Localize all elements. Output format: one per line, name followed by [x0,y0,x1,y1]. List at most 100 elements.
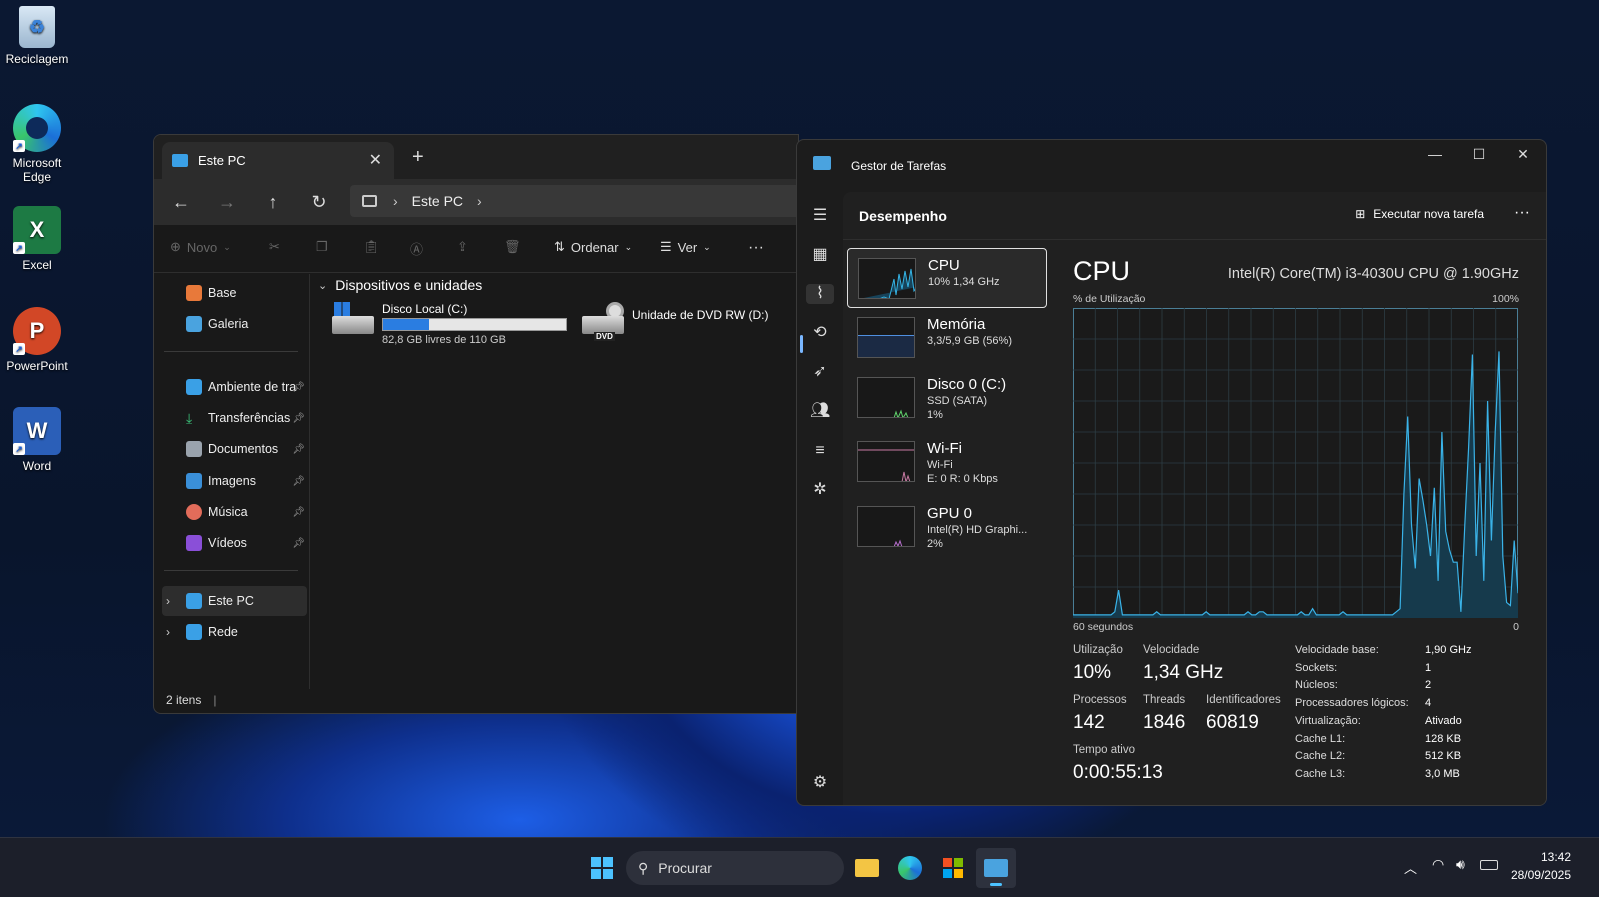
title-bar: Gestor de Tarefas — ☐ ✕ [797,140,1546,192]
rename-icon[interactable]: Ⓐ [410,239,423,258]
address-bar[interactable]: › Este PC › [350,185,798,217]
sidebar-item-base[interactable]: Base [162,278,307,308]
edge-icon [898,856,922,880]
taskbar-file-explorer[interactable] [847,848,887,888]
paste-icon[interactable]: 📋︎ [363,239,380,255]
desktop-icon-word[interactable]: W ↗ Word [0,407,74,473]
desktop-icon-label: Excel [22,258,52,272]
task-manager-window: Gestor de Tarefas — ☐ ✕ ☰ ▦ ⌇ ⟲ ➶ 👥︎ ≡ ✲… [796,139,1547,806]
resource-name: GPU 0 [927,505,973,522]
resource-detail: 10% 1,34 GHz [928,276,1000,288]
sidebar-item-pictures[interactable]: Imagens 📌︎ [162,466,307,496]
start-button[interactable] [582,848,622,888]
delete-icon[interactable]: 🗑︎ [504,239,521,255]
resource-wifi[interactable]: Wi-Fi Wi-Fi E: 0 R: 0 Kbps [847,432,1047,492]
services-icon[interactable]: ✲ [810,480,830,500]
breadcrumb-este-pc[interactable]: Este PC [412,193,463,209]
desktop-icon-recycle-bin[interactable]: ♻ Reciclagem [0,6,74,66]
sidebar-item-desktop[interactable]: Ambiente de tra 📌︎ [162,372,307,402]
resource-detail: 3,3/5,9 GB (56%) [927,335,1012,347]
desktop-icon-edge[interactable]: ↗ Microsoft Edge [0,104,74,184]
details-icon[interactable]: ≡ [810,441,830,461]
close-button[interactable]: ✕ [1508,146,1538,163]
resource-cpu[interactable]: CPU 10% 1,34 GHz [847,248,1047,308]
cut-icon[interactable]: ✂ [269,239,280,255]
windows-logo-icon [591,857,613,879]
forward-icon[interactable]: → [204,192,250,213]
refresh-icon[interactable]: ↻ [296,192,342,213]
users-icon[interactable]: 👥︎ [810,401,830,421]
run-new-task-button[interactable]: ⊞ Executar nova tarefa [1355,207,1484,221]
desktop-icon-excel[interactable]: X ↗ Excel [0,206,74,272]
chevron-right-icon[interactable]: › [477,193,482,209]
hamburger-menu-icon[interactable]: ☰ [810,206,830,226]
divider [164,351,298,352]
resource-memory[interactable]: Memória 3,3/5,9 GB (56%) [847,308,1047,368]
task-manager-icon [984,859,1008,877]
uptime-value: 0:00:55:13 [1073,762,1163,783]
taskbar-edge[interactable] [890,848,930,888]
taskbar-task-manager[interactable] [976,848,1016,888]
sidebar-item-label: Galeria [208,317,249,331]
volume-icon[interactable]: 🔊︎ [1456,856,1465,873]
edge-icon: ↗ [13,104,61,152]
more-options-icon[interactable]: ··· [748,239,764,257]
spec-value: 3,0 MB [1425,768,1460,780]
wifi-icon[interactable]: ◠ [1432,856,1444,873]
sidebar-item-documents[interactable]: Documentos 📌︎ [162,434,307,464]
divider [164,570,298,571]
gpu-thumbnail-graph [857,506,915,547]
view-button[interactable]: ☰ Ver ⌄ [660,239,711,255]
drive-usage-bar [382,318,567,331]
share-icon[interactable]: ⇪ [457,239,468,255]
cpu-thumbnail-graph [858,258,916,299]
app-history-icon[interactable]: ⟲ [810,323,830,343]
maximize-button[interactable]: ☐ [1464,146,1494,163]
copy-icon[interactable]: ❐ [316,239,328,255]
processes-icon[interactable]: ▦ [810,245,830,265]
desktop-icon-label: Microsoft Edge [12,156,62,184]
sidebar-item-rede[interactable]: › Rede [162,617,307,647]
new-tab-button[interactable]: + [412,146,424,169]
group-header[interactable]: ⌄ Dispositivos e unidades [318,277,482,293]
spec-label: Cache L1: [1295,733,1346,745]
clock-time[interactable]: 13:42 [1541,850,1571,864]
sidebar-item-galeria[interactable]: Galeria [162,309,307,339]
resource-disk[interactable]: Disco 0 (C:) SSD (SATA) 1% [847,368,1047,428]
startup-apps-icon[interactable]: ➶ [810,362,830,382]
clock-date[interactable]: 28/09/2025 [1511,868,1571,882]
resource-detail: SSD (SATA) [927,395,988,407]
taskbar-search-box[interactable]: ⚲ Procurar [626,851,844,885]
recycle-bin-icon: ♻ [19,6,55,48]
taskbar-store[interactable] [933,848,973,888]
back-icon[interactable]: ← [158,192,204,213]
explorer-nav-bar: ← → ↑ ↻ › Este PC › [154,179,798,225]
new-button[interactable]: ⊕ Novo ⌄ [170,239,231,255]
performance-icon[interactable]: ⌇ [806,284,834,304]
up-icon[interactable]: ↑ [250,192,296,213]
desktop-icon-powerpoint[interactable]: P ↗ PowerPoint [0,307,74,373]
run-task-label: Executar nova tarefa [1373,207,1484,221]
minimize-button[interactable]: — [1420,146,1450,162]
sidebar-item-music[interactable]: Música 📌︎ [162,497,307,527]
close-tab-icon[interactable]: ✕ [369,150,382,170]
drive-d[interactable]: DVD Unidade de DVD RW (D:) [580,300,795,350]
sidebar-item-label: Música [208,505,248,519]
sidebar-item-este-pc[interactable]: › Este PC [162,586,307,616]
chevron-right-icon[interactable]: › [166,625,170,639]
cpu-title: CPU [1073,256,1131,286]
sort-button[interactable]: ⇅ Ordenar ⌄ [554,239,632,255]
chevron-up-icon[interactable]: ︿ [1404,858,1417,877]
explorer-tab[interactable]: Este PC ✕ [162,142,394,179]
resource-gpu[interactable]: GPU 0 Intel(R) HD Graphi... 2% [847,497,1047,557]
gallery-icon [186,316,202,332]
settings-gear-icon[interactable]: ⚙ [810,773,830,793]
spec-value: Ativado [1425,715,1462,727]
chevron-right-icon[interactable]: › [166,594,170,608]
more-options-icon[interactable]: ··· [1514,204,1530,222]
sidebar-item-videos[interactable]: Vídeos 📌︎ [162,528,307,558]
drive-c[interactable]: Disco Local (C:) 82,8 GB livres de 110 G… [330,300,570,350]
navigation-rail: ☰ ▦ ⌇ ⟲ ➶ 👥︎ ≡ ✲ ⚙ [797,192,843,805]
sidebar-item-downloads[interactable]: ⤓ Transferências 📌︎ [162,403,307,433]
battery-icon[interactable] [1480,860,1498,870]
